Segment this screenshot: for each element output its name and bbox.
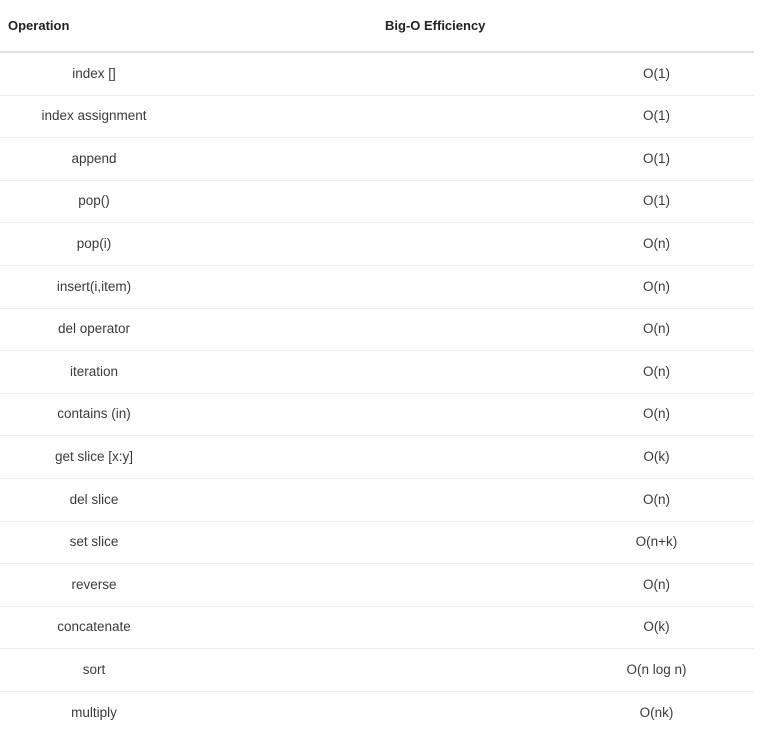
table-row: pop(i) O(n)	[0, 222, 754, 266]
cell-efficiency: O(n)	[375, 563, 754, 607]
table-row: pop() O(1)	[0, 180, 754, 224]
page-root: Operation Big-O Efficiency index [] O(1) i…	[0, 0, 769, 729]
table-row: contains (in) O(n)	[0, 393, 754, 437]
cell-operation: del slice	[0, 478, 375, 522]
cell-operation: append	[0, 137, 375, 181]
cell-efficiency: O(n)	[375, 265, 754, 309]
cell-efficiency: O(n log n)	[375, 648, 754, 692]
cell-efficiency: O(1)	[375, 52, 754, 96]
cell-efficiency: O(1)	[375, 137, 754, 181]
table-row: get slice [x:y] O(k)	[0, 435, 754, 479]
table-header-row: Operation Big-O Efficiency	[0, 0, 754, 53]
cell-efficiency: O(1)	[375, 180, 754, 224]
table-row: set slice O(n+k)	[0, 521, 754, 565]
cell-efficiency: O(n)	[375, 393, 754, 437]
cell-efficiency: O(n)	[375, 478, 754, 522]
cell-operation: set slice	[0, 521, 375, 565]
cell-operation: reverse	[0, 563, 375, 607]
big-o-efficiency-table: Operation Big-O Efficiency index [] O(1) i…	[0, 0, 754, 734]
table-row: append O(1)	[0, 137, 754, 181]
cell-efficiency: O(n)	[375, 308, 754, 352]
cell-efficiency: O(n)	[375, 222, 754, 266]
table-row: del operator O(n)	[0, 308, 754, 352]
column-header-efficiency: Big-O Efficiency	[375, 0, 754, 53]
cell-efficiency: O(n)	[375, 350, 754, 394]
cell-operation: insert(i,item)	[0, 265, 375, 309]
table-row: del slice O(n)	[0, 478, 754, 522]
cell-operation: pop()	[0, 180, 375, 224]
cell-operation: del operator	[0, 308, 375, 352]
cell-operation: multiply	[71, 704, 117, 720]
table-row: index assignment O(1)	[0, 95, 754, 139]
column-header-operation: Operation	[0, 0, 375, 53]
cell-efficiency: O(k)	[375, 606, 754, 650]
table-header: Operation Big-O Efficiency	[0, 0, 754, 53]
table-row: multiply O(nk)	[0, 691, 754, 733]
table-row: insert(i,item) O(n)	[0, 265, 754, 309]
cell-efficiency: O(nk)	[639, 704, 674, 720]
cell-operation: pop(i)	[0, 222, 375, 266]
cell-operation: get slice [x:y]	[0, 435, 375, 479]
cell-efficiency: O(1)	[375, 95, 754, 139]
table-row: concatenate O(k)	[0, 606, 754, 650]
table-row: index [] O(1)	[0, 52, 754, 96]
cell-operation: sort	[0, 648, 375, 692]
cell-operation: concatenate	[0, 606, 375, 650]
table-body: index [] O(1) index assignment O(1) append O(…	[0, 52, 754, 734]
cell-operation: index assignment	[0, 95, 375, 139]
cell-operation: contains (in)	[0, 393, 375, 437]
cell-operation: index []	[0, 52, 375, 96]
cell-operation: iteration	[0, 350, 375, 394]
cell-efficiency: O(n+k)	[375, 521, 754, 565]
table-row: sort O(n log n)	[0, 648, 754, 692]
table-row: iteration O(n)	[0, 350, 754, 394]
cell-efficiency: O(k)	[375, 435, 754, 479]
table-row: reverse O(n)	[0, 563, 754, 607]
